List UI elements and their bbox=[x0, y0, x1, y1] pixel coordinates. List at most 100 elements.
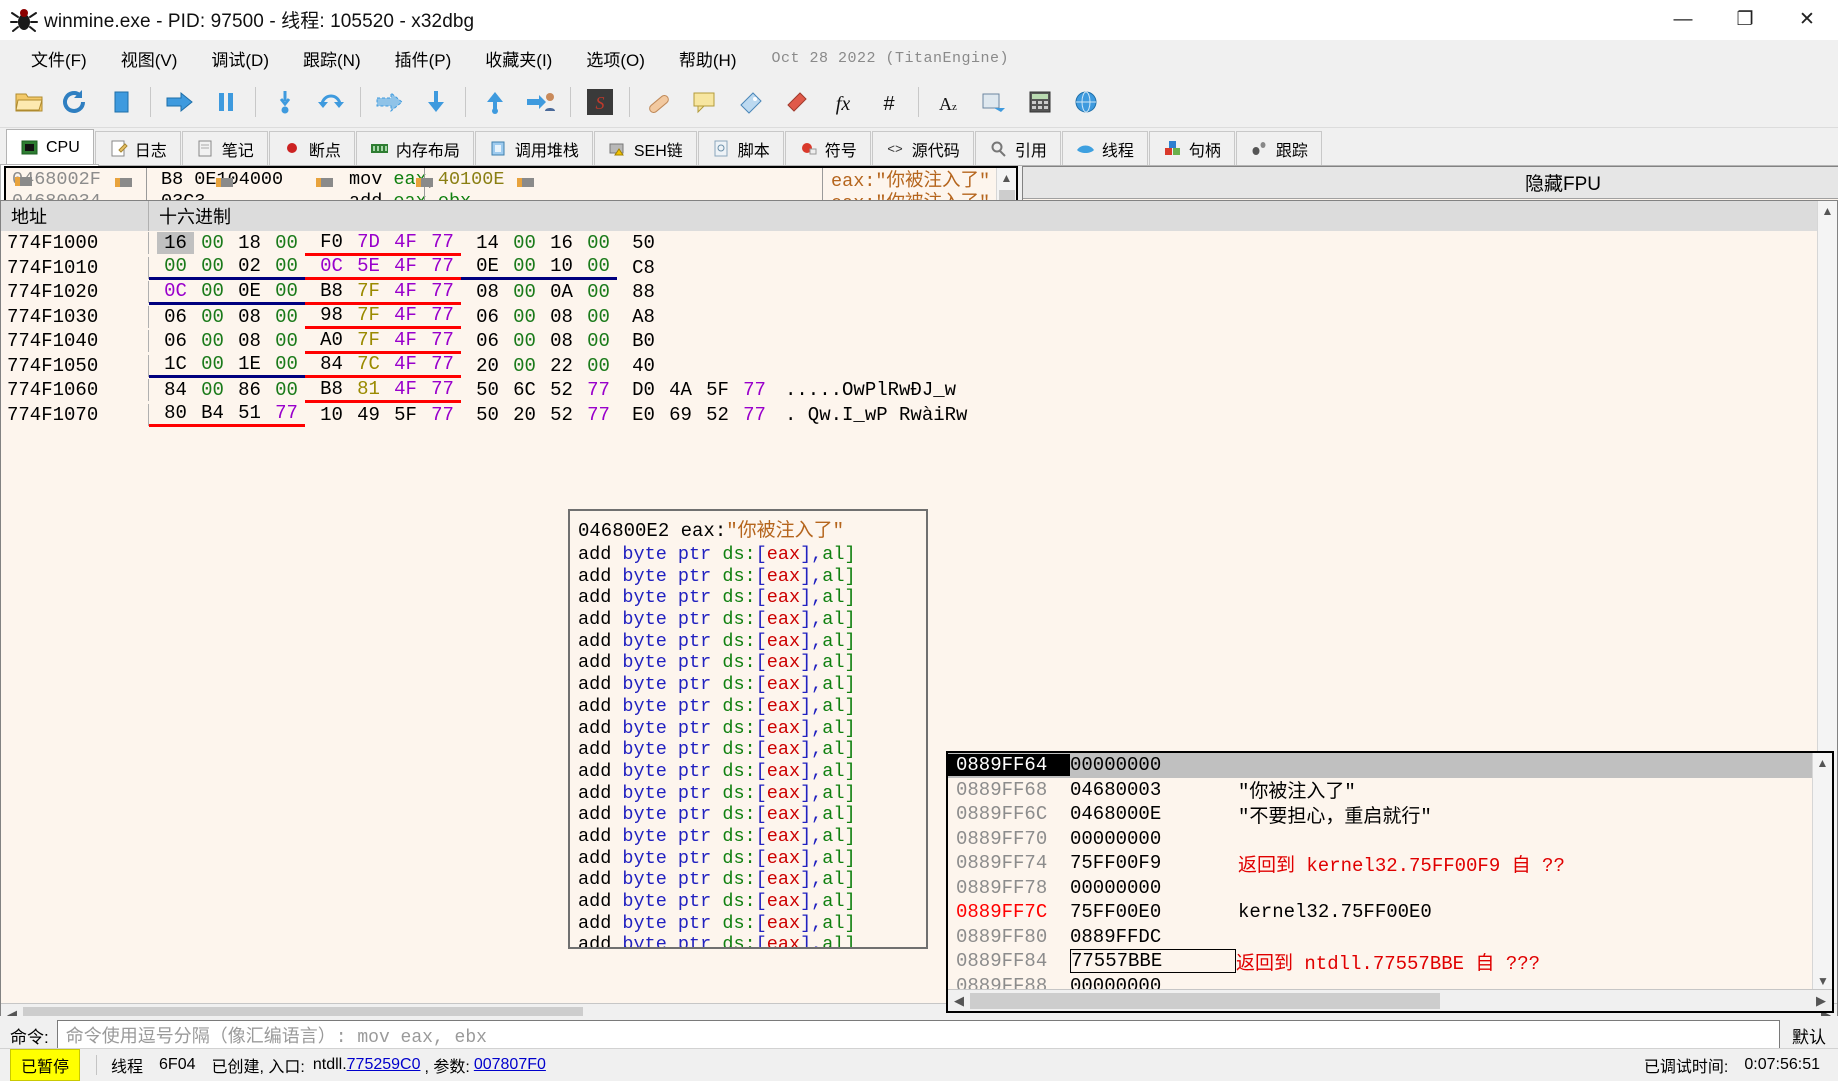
hex-group[interactable]: 08 00 0A 00 bbox=[461, 281, 617, 303]
run-to-user-code-icon[interactable] bbox=[521, 82, 561, 122]
menu-plugins[interactable]: 插件(P) bbox=[378, 42, 469, 75]
scroll-up-icon[interactable]: ▲ bbox=[1818, 201, 1837, 221]
hex-byte[interactable]: 77 bbox=[424, 378, 461, 400]
hex-byte[interactable]: B0 bbox=[625, 330, 662, 352]
stack-value[interactable]: 00000000 bbox=[1070, 754, 1238, 777]
hex-byte[interactable]: 81 bbox=[350, 378, 387, 400]
hex-byte[interactable]: 00 bbox=[157, 255, 194, 277]
stack-value[interactable]: 0889FFDC bbox=[1070, 926, 1238, 948]
hex-byte[interactable]: 00 bbox=[268, 232, 305, 254]
menu-favourites[interactable]: 收藏夹(I) bbox=[468, 42, 569, 75]
tab-symbols[interactable]: 符号 bbox=[784, 131, 871, 165]
hex-byte[interactable]: 50 bbox=[469, 379, 506, 401]
stack-value[interactable]: 75FF00E0 bbox=[1070, 901, 1238, 923]
hex-byte[interactable]: 16 bbox=[543, 232, 580, 254]
memory-row[interactable]: 774F1030 06 00 08 00 98 7F 4F 77 06 00 08 00 A8 bbox=[1, 304, 1837, 330]
stack-vscrollbar[interactable]: ▲ ▼ bbox=[1812, 753, 1832, 991]
label-icon[interactable] bbox=[731, 82, 771, 122]
hex-group[interactable]: B0 bbox=[617, 330, 662, 352]
hex-group[interactable]: A8 bbox=[617, 306, 662, 328]
hex-group[interactable]: 06 00 08 00 bbox=[461, 330, 617, 352]
font-icon[interactable]: Az bbox=[928, 82, 968, 122]
hex-byte[interactable]: 0A bbox=[543, 281, 580, 303]
hex-byte[interactable]: 80 bbox=[157, 402, 194, 424]
hex-byte[interactable]: 7C bbox=[350, 353, 387, 375]
hex-byte[interactable]: 5F bbox=[699, 379, 736, 401]
hex-byte[interactable]: 14 bbox=[469, 232, 506, 254]
log-icon[interactable] bbox=[974, 82, 1014, 122]
restart-icon[interactable] bbox=[55, 82, 95, 122]
stack-row[interactable]: 0889FF6C 0468000E "不要担心，重启就行" bbox=[948, 802, 1832, 828]
hex-byte[interactable]: 40 bbox=[625, 355, 662, 377]
stack-value[interactable]: 04680003 bbox=[1070, 779, 1238, 801]
hex-byte[interactable]: 86 bbox=[231, 379, 268, 401]
tab-trace[interactable]: 跟踪 bbox=[1235, 131, 1322, 165]
hex-byte[interactable]: 06 bbox=[157, 306, 194, 328]
column-header-hex[interactable]: 十六进制 bbox=[149, 203, 1837, 229]
hex-byte[interactable]: 00 bbox=[194, 353, 231, 375]
calculator-icon[interactable] bbox=[1020, 82, 1060, 122]
function-icon[interactable]: fx bbox=[823, 82, 863, 122]
hex-byte[interactable]: 1E bbox=[231, 353, 268, 375]
memory-row[interactable]: 774F1020 0C 00 0E 00 B8 7F 4F 77 08 00 0A 00 88 bbox=[1, 280, 1837, 305]
hex-group[interactable]: 50 bbox=[617, 232, 662, 254]
tab-notes[interactable]: 笔记 bbox=[181, 131, 268, 165]
hex-byte[interactable]: 52 bbox=[543, 379, 580, 401]
hex-byte[interactable]: 4F bbox=[387, 255, 424, 277]
hex-byte[interactable]: 00 bbox=[268, 280, 305, 302]
stack-row[interactable]: 0889FF64 00000000 bbox=[948, 753, 1832, 778]
hex-byte[interactable]: 7F bbox=[350, 304, 387, 326]
stack-row[interactable]: 0889FF7C 75FF00E0 kernel32.75FF00E0 bbox=[948, 900, 1832, 925]
hex-byte[interactable]: 98 bbox=[313, 304, 350, 326]
hex-byte[interactable]: B8 bbox=[313, 280, 350, 302]
menu-help[interactable]: 帮助(H) bbox=[662, 42, 754, 75]
execute-till-return-icon[interactable] bbox=[475, 82, 515, 122]
hex-group[interactable]: E0 69 52 77 bbox=[617, 404, 773, 426]
menu-view[interactable]: 视图(V) bbox=[104, 42, 195, 75]
tab-breakpoints[interactable]: 断点 bbox=[268, 131, 355, 165]
hex-byte[interactable]: A0 bbox=[313, 329, 350, 351]
hex-byte[interactable]: 4F bbox=[387, 280, 424, 302]
hex-group[interactable]: F0 7D 4F 77 bbox=[305, 231, 461, 256]
hex-byte[interactable]: 4F bbox=[387, 231, 424, 253]
hex-byte[interactable]: 77 bbox=[424, 353, 461, 375]
memory-row[interactable]: 774F1070 80 B4 51 77 10 49 5F 77 50 20 52 77 E0 69 52 77… bbox=[1, 402, 1837, 428]
hex-byte[interactable]: C8 bbox=[625, 257, 662, 279]
hex-byte[interactable]: 08 bbox=[469, 281, 506, 303]
menu-debug[interactable]: 调试(D) bbox=[194, 42, 286, 75]
hex-byte[interactable]: 0C bbox=[313, 255, 350, 277]
hex-group[interactable]: 80 B4 51 77 bbox=[149, 402, 305, 428]
hex-byte[interactable]: 0E bbox=[231, 280, 268, 302]
command-input[interactable]: 命令使用逗号分隔（像汇编语言）: mov eax, ebx bbox=[56, 1020, 1780, 1050]
maximize-button[interactable]: ❐ bbox=[1714, 0, 1776, 40]
hex-byte[interactable]: 5E bbox=[350, 255, 387, 277]
stack-value[interactable]: 75FF00F9 bbox=[1070, 852, 1238, 874]
hex-group[interactable]: D0 4A 5F 77 bbox=[617, 379, 773, 401]
hex-byte[interactable]: 4F bbox=[387, 353, 424, 375]
scroll-thumb[interactable] bbox=[970, 992, 1440, 1009]
hex-group[interactable]: 50 20 52 77 bbox=[461, 404, 617, 426]
hex-byte[interactable]: 4F bbox=[387, 304, 424, 326]
params-address-link[interactable]: 007807F0 bbox=[474, 1056, 546, 1073]
hex-byte[interactable]: 00 bbox=[194, 280, 231, 302]
hex-group[interactable]: 06 00 08 00 bbox=[461, 306, 617, 328]
hex-byte[interactable]: 00 bbox=[194, 330, 231, 352]
hex-byte[interactable]: 77 bbox=[580, 379, 617, 401]
tab-log[interactable]: 日志 bbox=[94, 131, 181, 165]
memory-row[interactable]: 774F1060 84 00 86 00 B8 81 4F 77 50 6C 52 77 D0 4A 5F 77… bbox=[1, 378, 1837, 403]
tab-script[interactable]: 脚本 bbox=[697, 131, 784, 165]
hex-byte[interactable]: B8 bbox=[313, 378, 350, 400]
hex-byte[interactable]: A8 bbox=[625, 306, 662, 328]
hash-icon[interactable]: # bbox=[869, 82, 909, 122]
close-button[interactable]: ✕ bbox=[1776, 0, 1838, 40]
tab-handles[interactable]: 句柄 bbox=[1148, 131, 1235, 165]
hex-byte[interactable]: 00 bbox=[268, 330, 305, 352]
hex-byte[interactable]: 00 bbox=[268, 306, 305, 328]
hex-byte[interactable]: 77 bbox=[424, 404, 461, 426]
hex-byte[interactable]: 00 bbox=[580, 355, 617, 377]
hex-byte[interactable]: 69 bbox=[662, 404, 699, 426]
stack-hscrollbar[interactable]: ◀ ▶ bbox=[948, 989, 1832, 1011]
hex-group[interactable]: 40 bbox=[617, 355, 662, 377]
menu-file[interactable]: 文件(F) bbox=[14, 42, 104, 75]
stack-value[interactable]: 00000000 bbox=[1070, 828, 1238, 850]
